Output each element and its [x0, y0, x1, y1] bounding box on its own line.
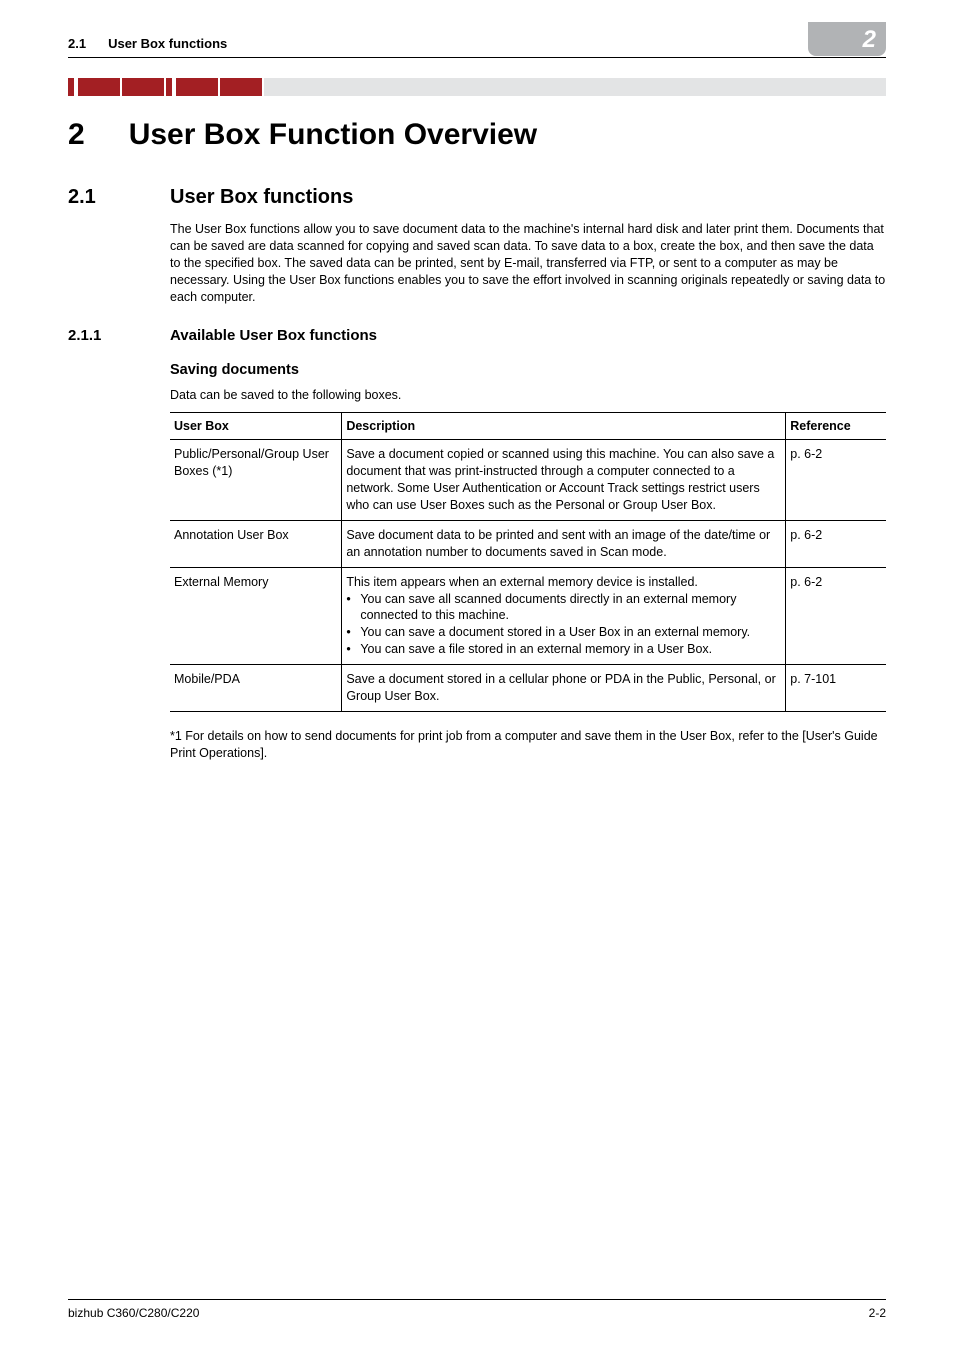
footer-page-number: 2-2 — [869, 1306, 886, 1320]
tab-marker — [166, 78, 176, 96]
footnote: *1 For details on how to send documents … — [170, 728, 886, 762]
subsection-title: Available User Box functions — [170, 327, 377, 344]
table-header-userbox: User Box — [170, 413, 342, 440]
list-item: You can save a document stored in a User… — [346, 624, 777, 641]
table-row: External Memory This item appears when a… — [170, 567, 886, 664]
cell-reference: p. 6-2 — [786, 440, 886, 521]
header-section-number: 2.1 — [68, 36, 86, 51]
section-paragraph: The User Box functions allow you to save… — [170, 221, 886, 305]
footer-product: bizhub C360/C280/C220 — [68, 1306, 199, 1320]
cell-userbox: Public/Personal/Group User Boxes (*1) — [170, 440, 342, 521]
chapter-badge: 2 — [808, 22, 886, 56]
cell-userbox: Annotation User Box — [170, 520, 342, 567]
page-header: 2.1 User Box functions 2 — [68, 30, 886, 58]
tab-marker — [220, 78, 264, 96]
list-item: You can save all scanned documents direc… — [346, 591, 777, 625]
cell-description: Save document data to be printed and sen… — [342, 520, 786, 567]
cell-reference: p. 7-101 — [786, 665, 886, 712]
saving-intro: Data can be saved to the following boxes… — [170, 388, 886, 402]
subsection-number: 2.1.1 — [68, 327, 148, 344]
page-footer: bizhub C360/C280/C220 2-2 — [68, 1299, 886, 1320]
tab-marker — [68, 78, 78, 96]
table-row: Public/Personal/Group User Boxes (*1) Sa… — [170, 440, 886, 521]
section-number: 2.1 — [68, 186, 126, 209]
tab-marker — [122, 78, 166, 96]
table-header-description: Description — [342, 413, 786, 440]
chapter-number: 2 — [68, 118, 85, 152]
cell-userbox: Mobile/PDA — [170, 665, 342, 712]
cell-description: This item appears when an external memor… — [342, 567, 786, 664]
user-box-table: User Box Description Reference Public/Pe… — [170, 412, 886, 711]
saving-heading: Saving documents — [170, 362, 886, 378]
header-section-title: User Box functions — [108, 36, 227, 51]
table-header-reference: Reference — [786, 413, 886, 440]
cell-reference: p. 6-2 — [786, 520, 886, 567]
tab-marker — [78, 78, 122, 96]
content-area: 2 User Box Function Overview 2.1 User Bo… — [68, 118, 886, 762]
table-row: Annotation User Box Save document data t… — [170, 520, 886, 567]
cell-description: Save a document stored in a cellular pho… — [342, 665, 786, 712]
tab-strip — [68, 78, 886, 96]
cell-reference: p. 6-2 — [786, 567, 886, 664]
chapter-title: User Box Function Overview — [129, 118, 537, 152]
table-row: Mobile/PDA Save a document stored in a c… — [170, 665, 886, 712]
cell-desc-intro: This item appears when an external memor… — [346, 575, 698, 589]
tab-marker — [176, 78, 220, 96]
cell-description: Save a document copied or scanned using … — [342, 440, 786, 521]
cell-userbox: External Memory — [170, 567, 342, 664]
section-title: User Box functions — [170, 186, 353, 209]
list-item: You can save a file stored in an externa… — [346, 641, 777, 658]
